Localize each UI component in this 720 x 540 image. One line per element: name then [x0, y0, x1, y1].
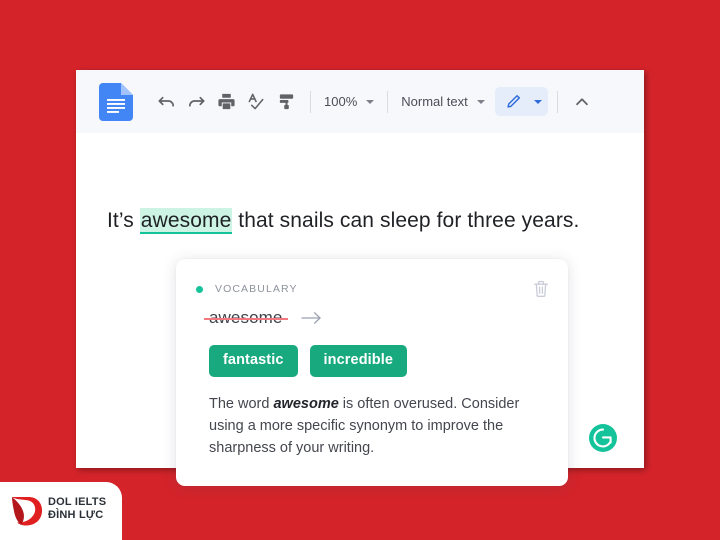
redo-icon[interactable]	[181, 87, 211, 117]
chevron-down-icon	[476, 99, 485, 104]
document-sentence: It’s awesome that snails can sleep for t…	[107, 208, 580, 234]
print-icon[interactable]	[211, 87, 241, 117]
suggestion-chip-incredible[interactable]: incredible	[309, 345, 408, 377]
grammarly-logo-button[interactable]	[588, 423, 618, 453]
paragraph-style-value: Normal text	[401, 94, 468, 109]
sentence-text-after: that snails can sleep for three years.	[232, 209, 580, 232]
card-header: VOCABULARY	[196, 277, 552, 301]
chevron-down-icon	[533, 99, 542, 104]
toolbar-divider	[387, 90, 389, 113]
paint-format-icon[interactable]	[271, 87, 301, 117]
dol-logo-line-1: DOL IELTS	[48, 496, 107, 508]
collapse-menus-icon[interactable]	[567, 87, 597, 117]
toolbar-divider	[556, 90, 558, 113]
zoom-select[interactable]: 100%	[320, 89, 378, 115]
undo-icon[interactable]	[151, 87, 181, 117]
card-explanation: The word awesome is often overused. Cons…	[209, 393, 544, 459]
chevron-down-icon	[366, 99, 375, 104]
arrow-right-icon	[301, 311, 323, 325]
category-dot-icon	[196, 285, 203, 293]
spell-check-icon[interactable]	[241, 87, 271, 117]
dol-logo-text: DOL IELTS ĐÌNH LỰC	[48, 496, 106, 522]
pencil-icon	[499, 87, 529, 117]
card-category-label: VOCABULARY	[215, 283, 298, 295]
grammarly-suggestion-card: VOCABULARY awesome fantastic incredible …	[176, 259, 568, 486]
original-word: awesome	[203, 308, 289, 327]
trash-icon[interactable]	[530, 277, 552, 301]
dol-logo-mark-icon	[12, 497, 43, 526]
dol-watermark: DOL IELTS ĐÌNH LỰC	[0, 482, 122, 540]
sentence-text-before: It’s	[107, 209, 140, 232]
edit-mode-button[interactable]	[494, 87, 548, 117]
zoom-value: 100%	[324, 94, 358, 109]
suggestion-chip-fantastic[interactable]: fantastic	[209, 345, 298, 377]
highlighted-word[interactable]: awesome	[139, 208, 233, 234]
explanation-part-one: The word	[209, 396, 274, 412]
suggestion-chip-row: fantastic incredible	[209, 345, 408, 377]
document-canvas: It’s awesome that snails can sleep for t…	[76, 133, 644, 486]
dol-logo-line-2: ĐÌNH LỰC	[48, 509, 104, 521]
toolbar-divider	[310, 90, 311, 113]
original-word-row: awesome	[203, 308, 323, 328]
docs-toolbar: 100% Normal text	[76, 70, 644, 133]
explanation-bold-word: awesome	[273, 396, 339, 412]
google-docs-icon	[99, 82, 133, 121]
paragraph-style-select[interactable]: Normal text	[397, 89, 488, 115]
google-docs-window: 100% Normal text It’s awesome that snail…	[76, 70, 644, 486]
